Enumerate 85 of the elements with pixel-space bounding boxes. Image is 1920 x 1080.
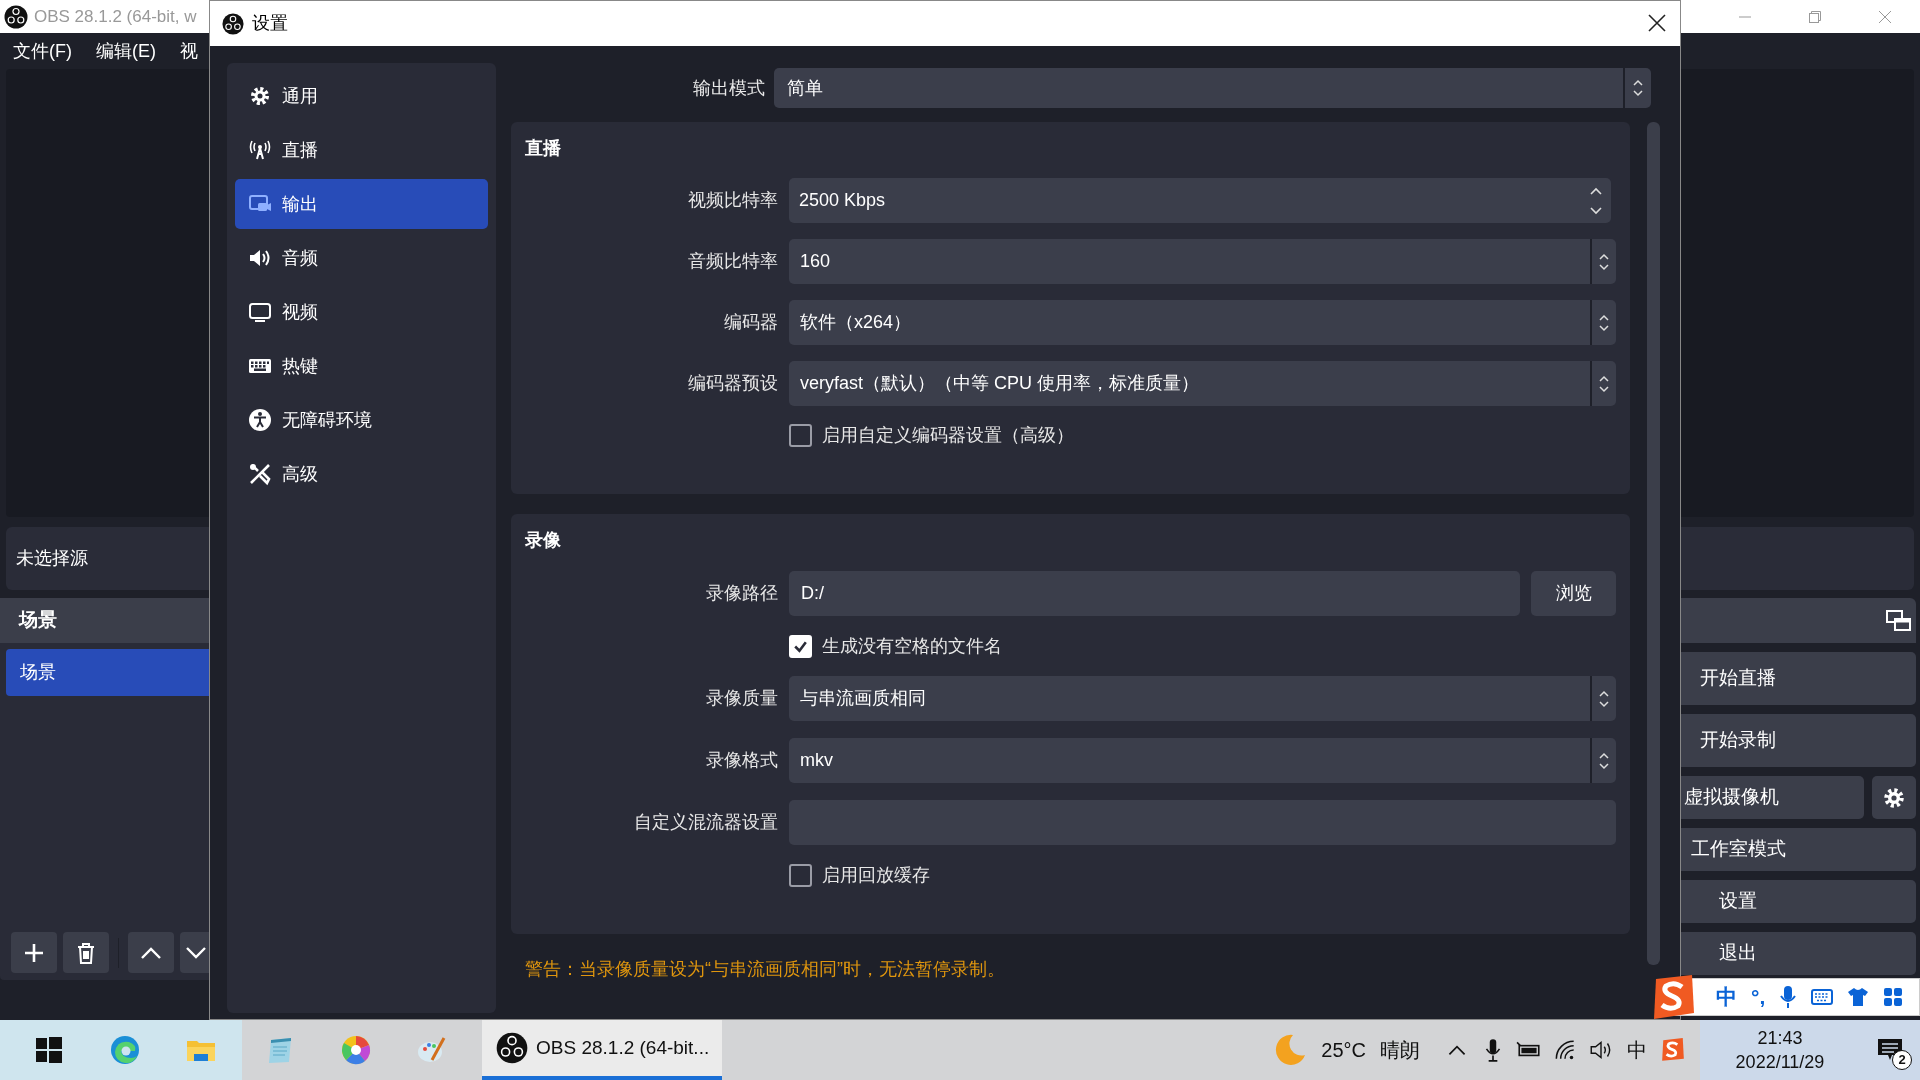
dock-title: 场景 <box>19 608 57 633</box>
menu-item[interactable]: 编辑(E) <box>96 37 156 65</box>
path-field[interactable]: D:/ <box>789 571 1520 616</box>
delete-button[interactable] <box>63 932 109 973</box>
chevron-up-down-icon <box>1598 374 1610 393</box>
ime-indicator[interactable]: 中 <box>1624 1035 1650 1065</box>
trash-icon <box>76 941 96 964</box>
field-label: 录像质量 <box>706 687 778 710</box>
move-up-button[interactable] <box>128 932 174 973</box>
group-title: 录像 <box>525 528 561 552</box>
field-label: 编码器 <box>724 311 778 334</box>
sidebar-item[interactable]: 直播 <box>235 125 488 175</box>
gear-icon <box>1882 785 1906 810</box>
dropdown[interactable]: 简单 <box>774 68 1651 108</box>
camera-settings-button[interactable] <box>1872 776 1916 819</box>
scrollbar[interactable] <box>1647 122 1660 965</box>
browser-icon <box>109 1034 141 1066</box>
punctuation-mode[interactable]: °, <box>1751 981 1766 1013</box>
field-label: 视频比特率 <box>688 189 778 212</box>
checkbox-label: 启用回放缓存 <box>822 863 930 887</box>
checkbox[interactable] <box>789 423 812 447</box>
keyboard-icon[interactable] <box>1811 988 1834 1006</box>
dropdown[interactable]: 软件（x264） <box>789 300 1616 345</box>
sidebar-item[interactable]: 输出 <box>235 179 488 229</box>
dropdown[interactable]: mkv <box>789 738 1616 783</box>
warning-text: 警告：当录像质量设为“与串流画质相同”时，无法暂停录制。 <box>525 959 1005 979</box>
chevron-up-down-icon <box>1598 751 1610 770</box>
chevron-up-down-icon <box>1598 689 1610 708</box>
window-title: OBS 28.1.2 (64-bit, w <box>34 5 197 28</box>
accessibility-icon <box>248 408 272 432</box>
checkbox[interactable] <box>789 863 812 887</box>
dialog-title: 设置 <box>252 12 288 35</box>
clock-date[interactable]: 2022/11/29 <box>1735 1050 1825 1074</box>
dropdown[interactable]: 160 <box>789 239 1616 284</box>
menu-item[interactable]: 视 <box>180 37 198 65</box>
add-button[interactable] <box>11 932 57 973</box>
spin-arrows-icon <box>1589 185 1603 216</box>
field-label: 音频比特率 <box>688 250 778 273</box>
field-label: 自定义混流器设置 <box>634 811 778 834</box>
undock-icon[interactable] <box>1886 609 1912 632</box>
group-title: 直播 <box>525 136 561 160</box>
monitor-icon <box>248 300 272 324</box>
weather-temperature: 25°C <box>1321 1038 1366 1063</box>
sidebar-item[interactable]: 高级 <box>235 449 488 499</box>
microphone-icon[interactable] <box>1779 985 1798 1009</box>
sidebar-item[interactable]: 无障碍环境 <box>235 395 488 445</box>
grid-icon[interactable] <box>1883 987 1904 1007</box>
windows-icon <box>33 1034 65 1066</box>
clock-time[interactable]: 21:43 <box>1757 1026 1803 1050</box>
field-label: 输出模式 <box>693 76 765 100</box>
notification-count: 2 <box>1892 1050 1912 1070</box>
chevron-up-down-icon <box>1632 79 1644 97</box>
field-label: 编码器预设 <box>688 372 778 395</box>
moon-icon <box>1273 1033 1308 1067</box>
sidebar-item[interactable]: 视频 <box>235 287 488 337</box>
checkbox-label: 生成没有空格的文件名 <box>822 634 1002 658</box>
checkbox-label: 启用自定义编码器设置（高级） <box>822 423 1074 447</box>
obs-logo-icon <box>496 1032 528 1064</box>
spin-box[interactable]: 2500 Kbps <box>789 178 1611 223</box>
taskbar-app-button[interactable]: OBS 28.1.2 (64-bit... <box>482 1020 722 1080</box>
browse-button[interactable]: 浏览 <box>1531 571 1616 616</box>
gear-icon <box>248 84 272 108</box>
field-label: 录像路径 <box>706 582 778 605</box>
shirt-icon[interactable] <box>1847 987 1870 1007</box>
source-status: 未选择源 <box>16 547 88 570</box>
color-wheel-icon <box>340 1034 372 1066</box>
dropdown[interactable]: veryfast（默认）（中等 CPU 使用率，标准质量） <box>789 361 1616 406</box>
close-icon[interactable] <box>1648 14 1666 32</box>
antenna-icon <box>248 138 272 162</box>
ime-mode[interactable]: 中 <box>1716 981 1737 1013</box>
menu-item[interactable]: 文件(F) <box>13 37 72 65</box>
sidebar-item[interactable]: 热键 <box>235 341 488 391</box>
obs-logo-icon <box>4 4 28 29</box>
chevron-up-icon <box>140 946 162 959</box>
weather-condition: 晴朗 <box>1380 1038 1420 1063</box>
sidebar-item[interactable]: 音频 <box>235 233 488 283</box>
tools-icon <box>248 462 272 486</box>
dropdown[interactable]: 与串流画质相同 <box>789 676 1616 721</box>
sidebar-item[interactable]: 通用 <box>235 71 488 121</box>
obs-logo-icon <box>222 12 244 35</box>
chevron-up-down-icon <box>1598 252 1610 271</box>
chevron-up-down-icon <box>1598 313 1610 332</box>
chevron-down-icon <box>185 946 207 959</box>
plus-icon <box>24 942 44 963</box>
field-label: 录像格式 <box>706 749 778 772</box>
